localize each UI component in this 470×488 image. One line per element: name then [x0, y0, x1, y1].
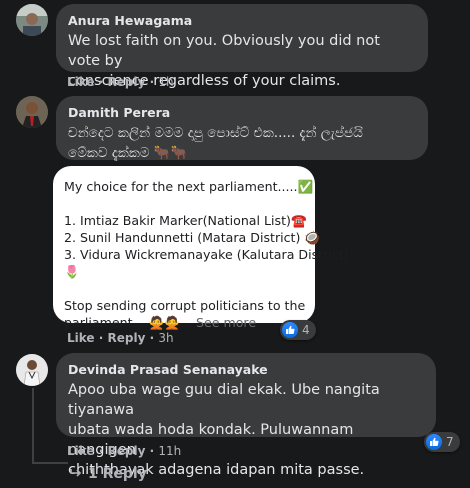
- comment-text-line: චන්දෙට කලින් මමම දාපු පොස්ට් එක..... දැන…: [68, 125, 363, 141]
- comment-text-line: We lost faith on you. Obviously you did …: [68, 33, 380, 69]
- comment-text-line: මේකව දැක්කම 🐂🐂: [68, 145, 188, 161]
- thumbs-up-icon: [282, 322, 298, 338]
- replies-count-label[interactable]: 1 Reply: [88, 466, 147, 482]
- card-line: [64, 280, 304, 297]
- card-line: My choice for the next parliament.....✅: [64, 179, 314, 194]
- comment-bubble-anura: Anura Hewagama We lost faith on you. Obv…: [56, 4, 428, 89]
- comment-actions: Like · Reply · 11h: [67, 444, 182, 458]
- reaction-count: 4: [302, 323, 310, 337]
- timestamp[interactable]: 11h: [158, 444, 181, 458]
- card-line: 1. Imtiaz Bakir Marker(National List)☎️: [64, 213, 307, 228]
- reaction-badge[interactable]: 4: [280, 320, 316, 340]
- avatar-anura[interactable]: [16, 4, 48, 36]
- card-line: 🌷: [64, 264, 80, 279]
- card-line: parliament....🙅🙅...: [64, 315, 192, 330]
- comment-actions: Like · Reply · 1h: [67, 75, 174, 89]
- like-link[interactable]: Like: [67, 331, 95, 345]
- card-line: 2. Sunil Handunnetti (Matara District) 🥥: [64, 230, 321, 245]
- thread-connector: [32, 462, 68, 464]
- reply-link[interactable]: Reply: [107, 75, 145, 89]
- card-line: [64, 195, 304, 212]
- attached-image-card[interactable]: My choice for the next parliament.....✅ …: [53, 166, 349, 330]
- card-line: Stop sending corrupt politicians to the: [64, 298, 306, 313]
- see-more-link[interactable]: See more: [196, 315, 256, 330]
- comment-author[interactable]: Anura Hewagama: [68, 12, 416, 29]
- like-link[interactable]: Like: [67, 75, 95, 89]
- comment-author[interactable]: Devinda Prasad Senanayake: [68, 361, 424, 378]
- avatar-devinda[interactable]: [16, 354, 48, 386]
- comment-text-line: Apoo uba wage guu dial ekak. Ube nangita…: [68, 382, 380, 418]
- comment-bubble-damith: Damith Perera චන්දෙට කලින් මමම දාපු පොස්…: [56, 96, 428, 161]
- comment-author[interactable]: Damith Perera: [68, 104, 416, 121]
- reply-link[interactable]: Reply: [107, 331, 145, 345]
- reaction-count: 7: [446, 435, 454, 449]
- card-line: 3. Vidura Wickremanayake (Kalutara Distr…: [64, 247, 349, 262]
- comment-actions: Like · Reply · 3h: [67, 331, 174, 345]
- comment-bubble-devinda: Devinda Prasad Senanayake Apoo uba wage …: [56, 353, 436, 478]
- avatar-damith[interactable]: [16, 96, 48, 128]
- like-link[interactable]: Like: [67, 444, 95, 458]
- thread-connector: [32, 388, 34, 464]
- reply-link[interactable]: Reply: [107, 444, 145, 458]
- reply-arrow-icon: [70, 466, 82, 482]
- thumbs-up-icon: [426, 434, 442, 450]
- timestamp[interactable]: 1h: [158, 75, 173, 89]
- view-replies-link[interactable]: 1 Reply: [70, 466, 147, 482]
- timestamp[interactable]: 3h: [158, 331, 173, 345]
- reaction-badge[interactable]: 7: [424, 432, 460, 452]
